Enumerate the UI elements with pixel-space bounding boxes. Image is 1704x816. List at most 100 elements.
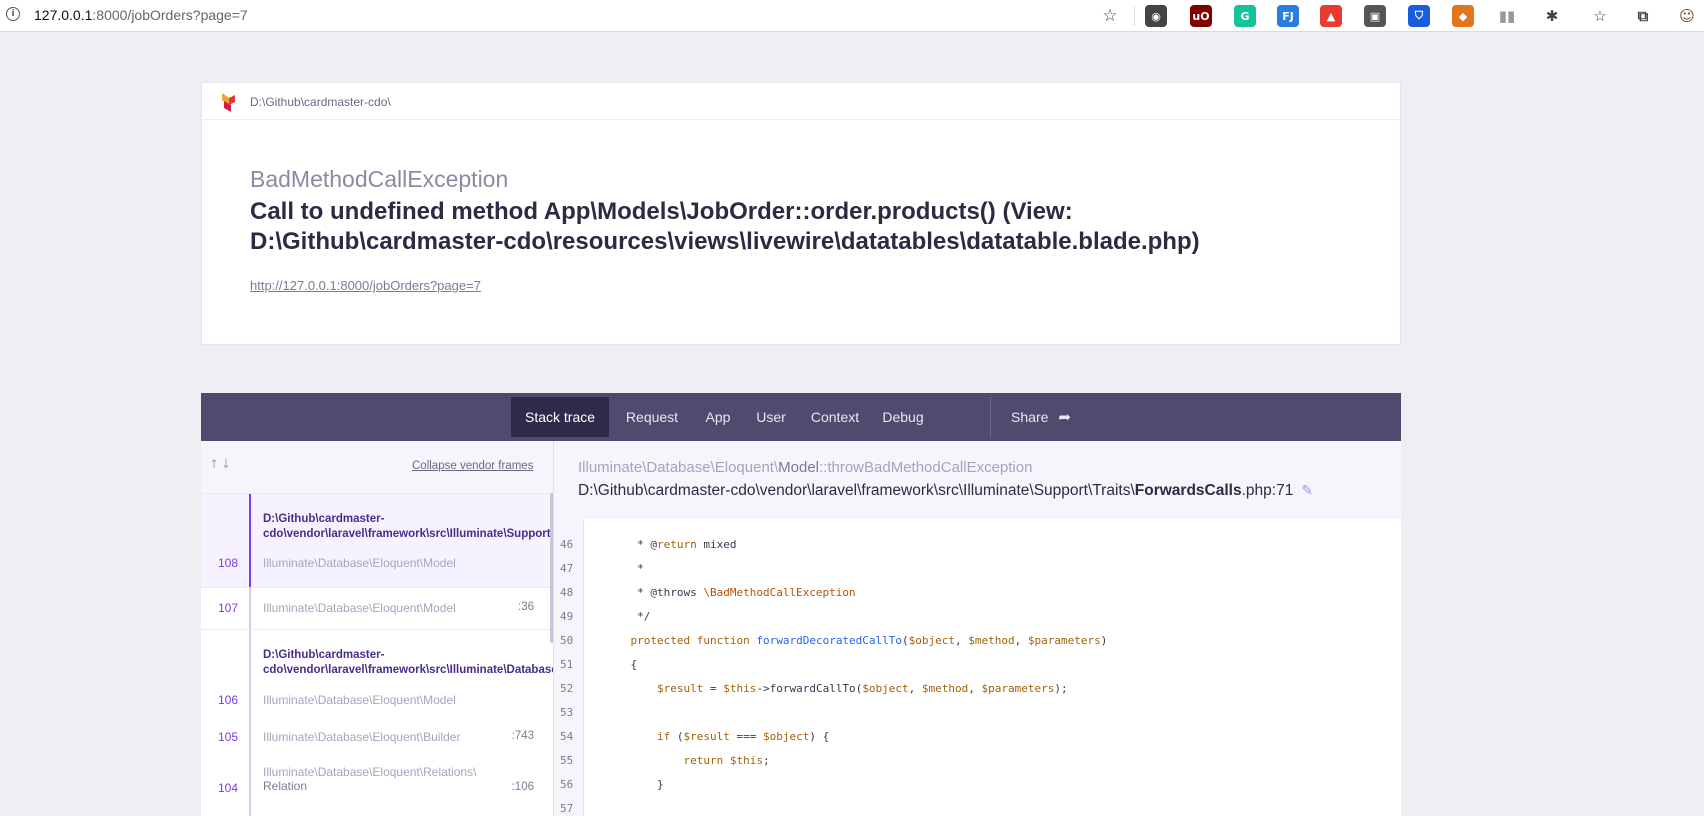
exception-class: BadMethodCallException [250,166,509,192]
stack-frames-panel: ↑↓ Collapse vendor frames D:\Github\card… [201,441,554,816]
tab-debug[interactable]: Debug [878,397,928,437]
frame-file: D:\Github\cardmaster-cdo\vendor\laravel\… [263,512,553,542]
frame-class: Illuminate\Database\Eloquent\Model [263,693,456,707]
code-line: { [604,658,638,671]
project-path: D:\Github\cardmaster-cdo\ [250,95,391,109]
frame-line: :36 [518,601,534,613]
url-path: :8000/jobOrders?page=7 [92,7,248,23]
line-number: 55 [560,754,574,767]
file-dir: D:\Github\cardmaster-cdo\vendor\laravel\… [578,482,1135,499]
line-number-gutter: 46 47 48 49 50 51 52 53 54 55 56 57 [554,519,584,816]
stack-frame[interactable]: D:\Github\cardmaster-cdo\vendor\laravel\… [201,493,553,587]
tab-context[interactable]: Context [805,397,865,437]
tab-user[interactable]: User [751,397,791,437]
frame-file: D:\Github\cardmaster-cdo\vendor\laravel\… [263,648,553,678]
frame-class: Illuminate\Database\Eloquent\Model [263,601,456,615]
error-header-card: D:\Github\cardmaster-cdo\ BadMethodCallE… [201,82,1401,345]
frame-number: 104 [218,781,239,795]
browser-toolbar: i 127.0.0.1:8000/jobOrders?page=7 ☆ ◉ uO G… [0,0,1704,32]
line-number: 54 [560,730,574,743]
frame-file-line2: cdo\vendor\laravel\framework\src\Illumin… [263,664,553,676]
extension-1-icon[interactable]: ◉ [1145,5,1167,27]
collapse-vendor-frames-button[interactable]: Collapse vendor frames [412,460,533,472]
ublock-icon[interactable]: uO [1190,5,1212,27]
tab-request[interactable]: Request [619,397,685,437]
add-favorite-icon[interactable]: ☆ [1099,5,1121,27]
frame-file-path: D:\Github\cardmaster-cdo\vendor\laravel\… [578,482,1313,500]
card-top-bar: D:\Github\cardmaster-cdo\ [202,83,1400,120]
line-number: 56 [560,778,574,791]
frame-number: 107 [218,601,239,615]
file-name: ForwardsCalls [1134,482,1242,499]
extension-red-icon[interactable]: ▲ [1320,5,1342,27]
code-line: * @return mixed [604,538,737,551]
code-line: * @throws \BadMethodCallException [604,586,856,599]
share-icon: ➦ [1058,408,1071,426]
line-number: 47 [560,562,574,575]
stack-frame[interactable]: Illuminate\Database\Eloquent\Relations\ R… [201,765,553,816]
tab-divider [990,397,991,437]
extension-bag-icon[interactable]: ▣ [1364,5,1386,27]
frame-file-line2: cdo\vendor\laravel\framework\src\Illumin… [263,528,553,540]
tab-stack-trace[interactable]: Stack trace [511,397,609,437]
extension-fj-icon[interactable]: FJ [1277,5,1299,27]
request-url-link[interactable]: http://127.0.0.1:8000/jobOrders?page=7 [250,278,481,293]
collections-icon[interactable]: ⧉ [1632,5,1654,27]
exception-message: Call to undefined method App\Models\JobO… [250,198,1200,255]
puzzle-icon[interactable]: ✱ [1541,5,1563,27]
reading-list-icon[interactable]: ▮▮ [1496,5,1518,27]
code-line: } [604,778,664,791]
line-number: 49 [560,610,574,623]
frame-class: Illuminate\Database\Eloquent\Builder [263,730,461,744]
line-number: 53 [560,706,574,719]
tab-app[interactable]: App [698,397,738,437]
method-namespace: Illuminate\Database\Eloquent\ [578,459,779,476]
line-number: 51 [560,658,574,671]
code-line: * [604,562,644,575]
line-number: 48 [560,586,574,599]
url-host: 127.0.0.1 [34,7,93,23]
frame-line: :743 [511,730,534,742]
info-icon[interactable]: i [6,7,20,21]
frame-rail [249,723,251,765]
frame-class-line1: Illuminate\Database\Eloquent\Relations\ [263,765,477,779]
frame-class: Illuminate\Database\Eloquent\Model [263,556,456,570]
share-label: Share [1011,409,1049,425]
frame-rail [249,588,251,629]
stack-frame[interactable]: 105 Illuminate\Database\Eloquent\Builder… [201,723,553,765]
code-viewer-panel: Illuminate\Database\Eloquent\Model::thro… [554,441,1401,816]
frame-class: Illuminate\Database\Eloquent\Relations\ R… [263,765,476,793]
frame-line: :106 [511,781,534,793]
stack-header: ↑↓ Collapse vendor frames [201,441,553,493]
code-line: if ($result === $object) { [656,730,830,743]
line-number: 57 [560,802,574,815]
grammarly-icon[interactable]: G [1234,5,1256,27]
frame-file-line1: D:\Github\cardmaster- [263,513,385,525]
bitwarden-icon[interactable]: ⛉ [1408,5,1430,27]
edit-pencil-icon[interactable]: ✎ [1301,483,1313,499]
code-line: protected function forwardDecoratedCallT… [630,634,1108,647]
frame-number: 105 [218,730,239,744]
ignition-logo-icon [222,93,235,112]
frame-class-line2: Relation [263,779,308,793]
frame-rail [249,494,251,587]
frame-file-line1: D:\Github\cardmaster- [263,649,385,661]
frame-nav-arrows-icon[interactable]: ↑↓ [209,457,233,471]
metamask-icon[interactable]: ◆ [1452,5,1474,27]
code-line: */ [604,610,651,623]
code-line: return $this; [683,754,770,767]
stack-frame[interactable]: D:\Github\cardmaster-cdo\vendor\laravel\… [201,629,553,723]
method-name: ::throwBadMethodCallException [819,459,1033,476]
address-bar[interactable]: 127.0.0.1:8000/jobOrders?page=7 [34,7,248,23]
code-snippet: 46 47 48 49 50 51 52 53 54 55 56 57 * @return mixed… [554,519,1401,816]
stack-frame[interactable]: 107 Illuminate\Database\Eloquent\Model :… [201,587,553,629]
favorites-icon[interactable]: ☆ [1589,5,1611,27]
share-button[interactable]: Share ➦ [1001,397,1081,437]
frame-number: 108 [218,556,239,570]
frame-method: Illuminate\Database\Eloquent\Model::thro… [578,459,1032,476]
line-number: 46 [560,538,574,551]
profile-icon[interactable]: ☺ [1676,5,1698,27]
file-line: .php:71 [1241,482,1294,499]
line-number: 52 [560,682,574,695]
tab-bar: Stack trace Request App User Context Deb… [201,393,1401,441]
